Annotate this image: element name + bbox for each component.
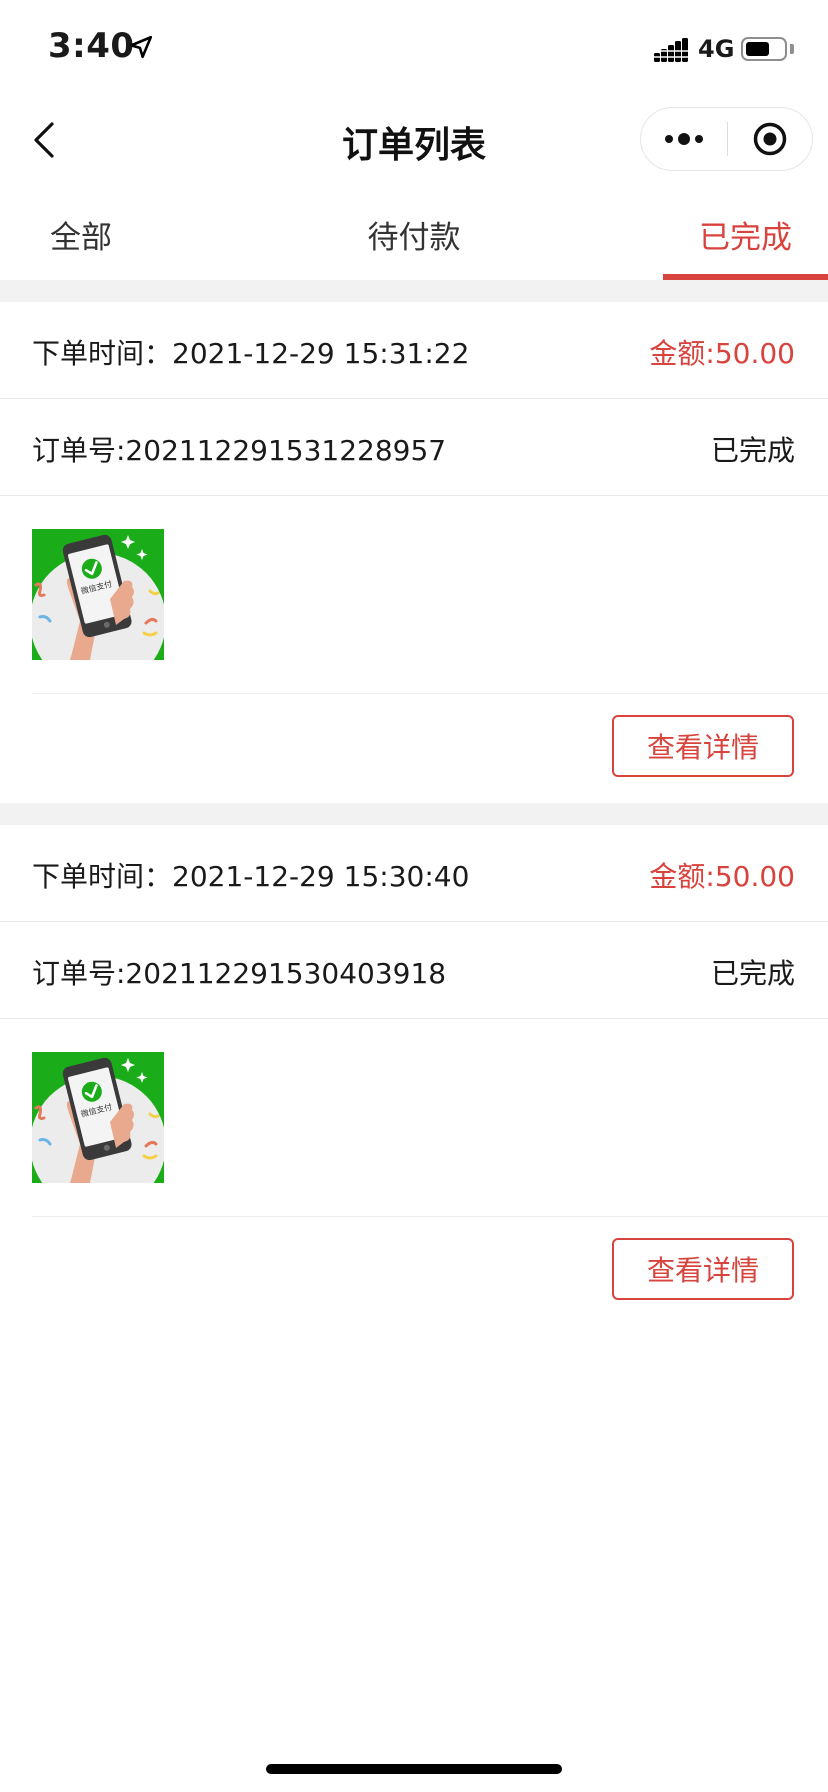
battery-cap — [790, 44, 794, 54]
tab-label: 已完成 — [699, 220, 792, 256]
order-number-row: 订单号:202112291531228957 已完成 — [0, 399, 828, 495]
close-miniprogram-button[interactable] — [728, 108, 812, 170]
order-number: 订单号:202112291531228957 — [32, 434, 447, 467]
network-label: 4G — [698, 35, 735, 63]
divider — [32, 693, 828, 694]
wechat-pay-phone-image[interactable]: 微信支付 — [32, 1052, 164, 1183]
order-amount: 金额:50.00 — [649, 337, 795, 370]
more-button[interactable] — [641, 108, 727, 170]
cellular-signal-icon — [654, 38, 688, 62]
order-number: 订单号:202112291530403918 — [32, 957, 447, 990]
order-card: 下单时间：2021-12-29 15:30:40 金额:50.00 订单号:20… — [0, 825, 828, 1325]
status-bar: 3:40 4G — [0, 0, 828, 100]
divider — [0, 495, 828, 496]
order-time-label: 下单时间： — [32, 860, 173, 893]
view-details-button[interactable]: 查看详情 — [612, 715, 794, 777]
order-tabs: 全部 待付款 已完成 — [0, 198, 828, 280]
more-dots-icon — [665, 133, 703, 145]
wechat-pay-phone-image[interactable]: 微信支付 — [32, 529, 164, 660]
battery-icon — [741, 37, 787, 61]
section-divider — [0, 803, 828, 825]
order-card: 下单时间：2021-12-29 15:31:22 金额:50.00 订单号:20… — [0, 302, 828, 802]
view-details-button[interactable]: 查看详情 — [612, 1238, 794, 1300]
location-arrow-icon — [129, 35, 153, 59]
target-close-icon — [753, 122, 787, 156]
order-time: 下单时间：2021-12-29 15:31:22 — [32, 332, 469, 372]
order-status: 已完成 — [710, 957, 795, 990]
order-time-value: 2021-12-29 15:30:40 — [172, 860, 470, 893]
tab-completed[interactable]: 已完成 — [663, 198, 828, 280]
battery-level — [746, 42, 769, 56]
status-time: 3:40 — [48, 26, 135, 66]
tab-pending-payment[interactable]: 待付款 — [332, 198, 496, 280]
tab-label: 待付款 — [367, 220, 461, 256]
home-indicator — [266, 1764, 562, 1774]
tab-all[interactable]: 全部 — [0, 198, 162, 280]
section-divider — [0, 280, 828, 302]
order-time-label: 下单时间： — [32, 337, 173, 370]
order-time-row: 下单时间：2021-12-29 15:31:22 金额:50.00 — [0, 302, 828, 398]
divider — [0, 1018, 828, 1019]
divider — [32, 1216, 828, 1217]
order-time-row: 下单时间：2021-12-29 15:30:40 金额:50.00 — [0, 825, 828, 921]
capsule-menu — [640, 107, 813, 171]
order-amount: 金额:50.00 — [649, 860, 795, 893]
order-time-value: 2021-12-29 15:31:22 — [172, 337, 470, 370]
order-status: 已完成 — [710, 434, 795, 467]
nav-bar: 订单列表 — [0, 100, 828, 184]
order-time: 下单时间：2021-12-29 15:30:40 — [32, 855, 469, 895]
order-number-row: 订单号:202112291530403918 已完成 — [0, 922, 828, 1018]
tab-label: 全部 — [50, 220, 112, 256]
